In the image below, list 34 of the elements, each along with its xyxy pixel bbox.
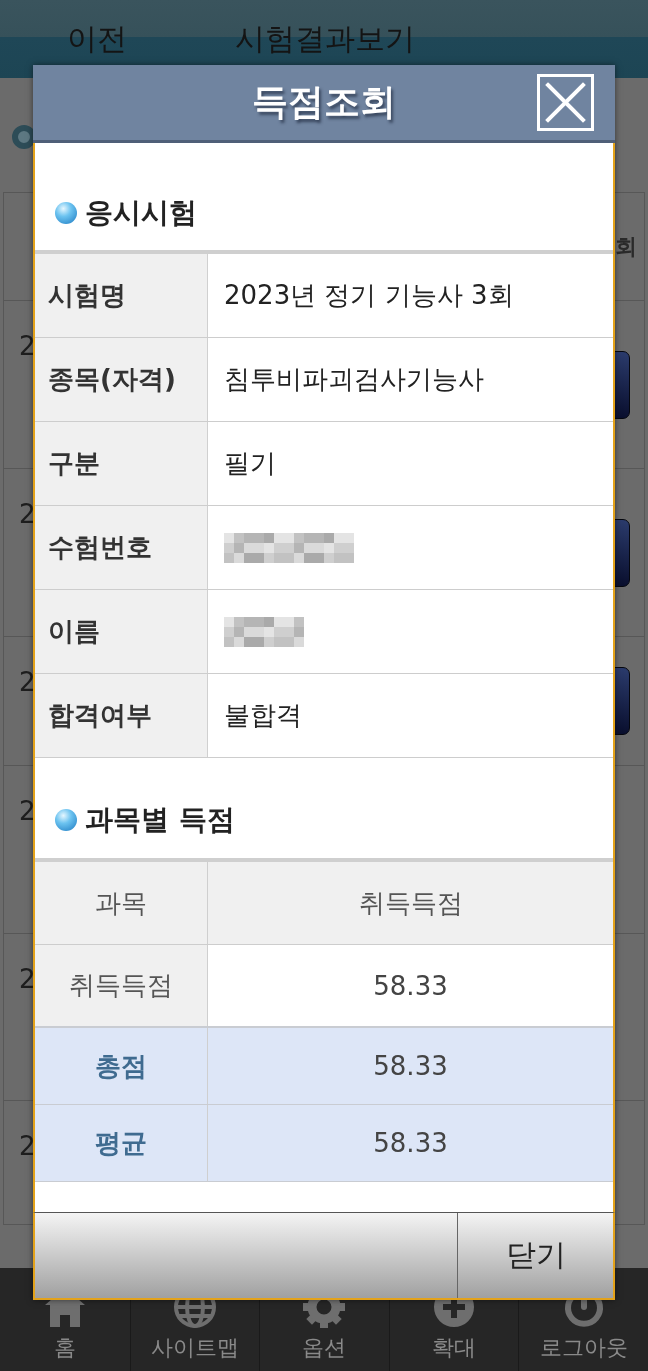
row-text: 2 (19, 795, 36, 828)
row-text: 2 (19, 666, 36, 699)
section-heading: 과목별 득점 (85, 802, 235, 838)
subject-label: 취득득점 (35, 945, 208, 1026)
page-title: 시험결과보기 (235, 19, 416, 58)
close-button[interactable] (537, 74, 594, 131)
ring-icon (12, 125, 36, 149)
row-text: 2 (19, 1130, 36, 1163)
dialog-title: 득점조회 (252, 80, 396, 124)
field-label: 종목(자격) (35, 338, 208, 421)
field-label: 합격여부 (35, 674, 208, 757)
bullet-icon (55, 809, 77, 831)
field-value: 불합격 (224, 699, 302, 732)
score-value: 58.33 (373, 1128, 448, 1158)
field-label: 이름 (35, 590, 208, 673)
score-value: 58.33 (373, 970, 448, 1001)
field-value: 침투비파괴검사기능사 (224, 363, 484, 396)
field-label: 시험명 (35, 254, 208, 337)
close-icon (545, 82, 586, 123)
bullet-icon (55, 202, 77, 224)
summary-label: 평균 (95, 1126, 147, 1160)
field-label: 수험번호 (35, 506, 208, 589)
summary-label: 총점 (95, 1049, 147, 1083)
row-text: 2 (19, 963, 36, 996)
column-header: 취득득점 (208, 862, 613, 944)
row-text: 2 (19, 330, 36, 363)
field-value: 필기 (224, 447, 276, 480)
column-header: 회 (615, 232, 637, 261)
section-heading: 응시시험 (85, 195, 197, 231)
row-text: 2 (19, 498, 36, 531)
field-value: 2023년 정기 기능사 3회 (224, 279, 514, 312)
score-value: 58.33 (373, 1051, 448, 1081)
field-label: 구분 (35, 422, 208, 505)
column-header: 과목 (35, 862, 208, 944)
